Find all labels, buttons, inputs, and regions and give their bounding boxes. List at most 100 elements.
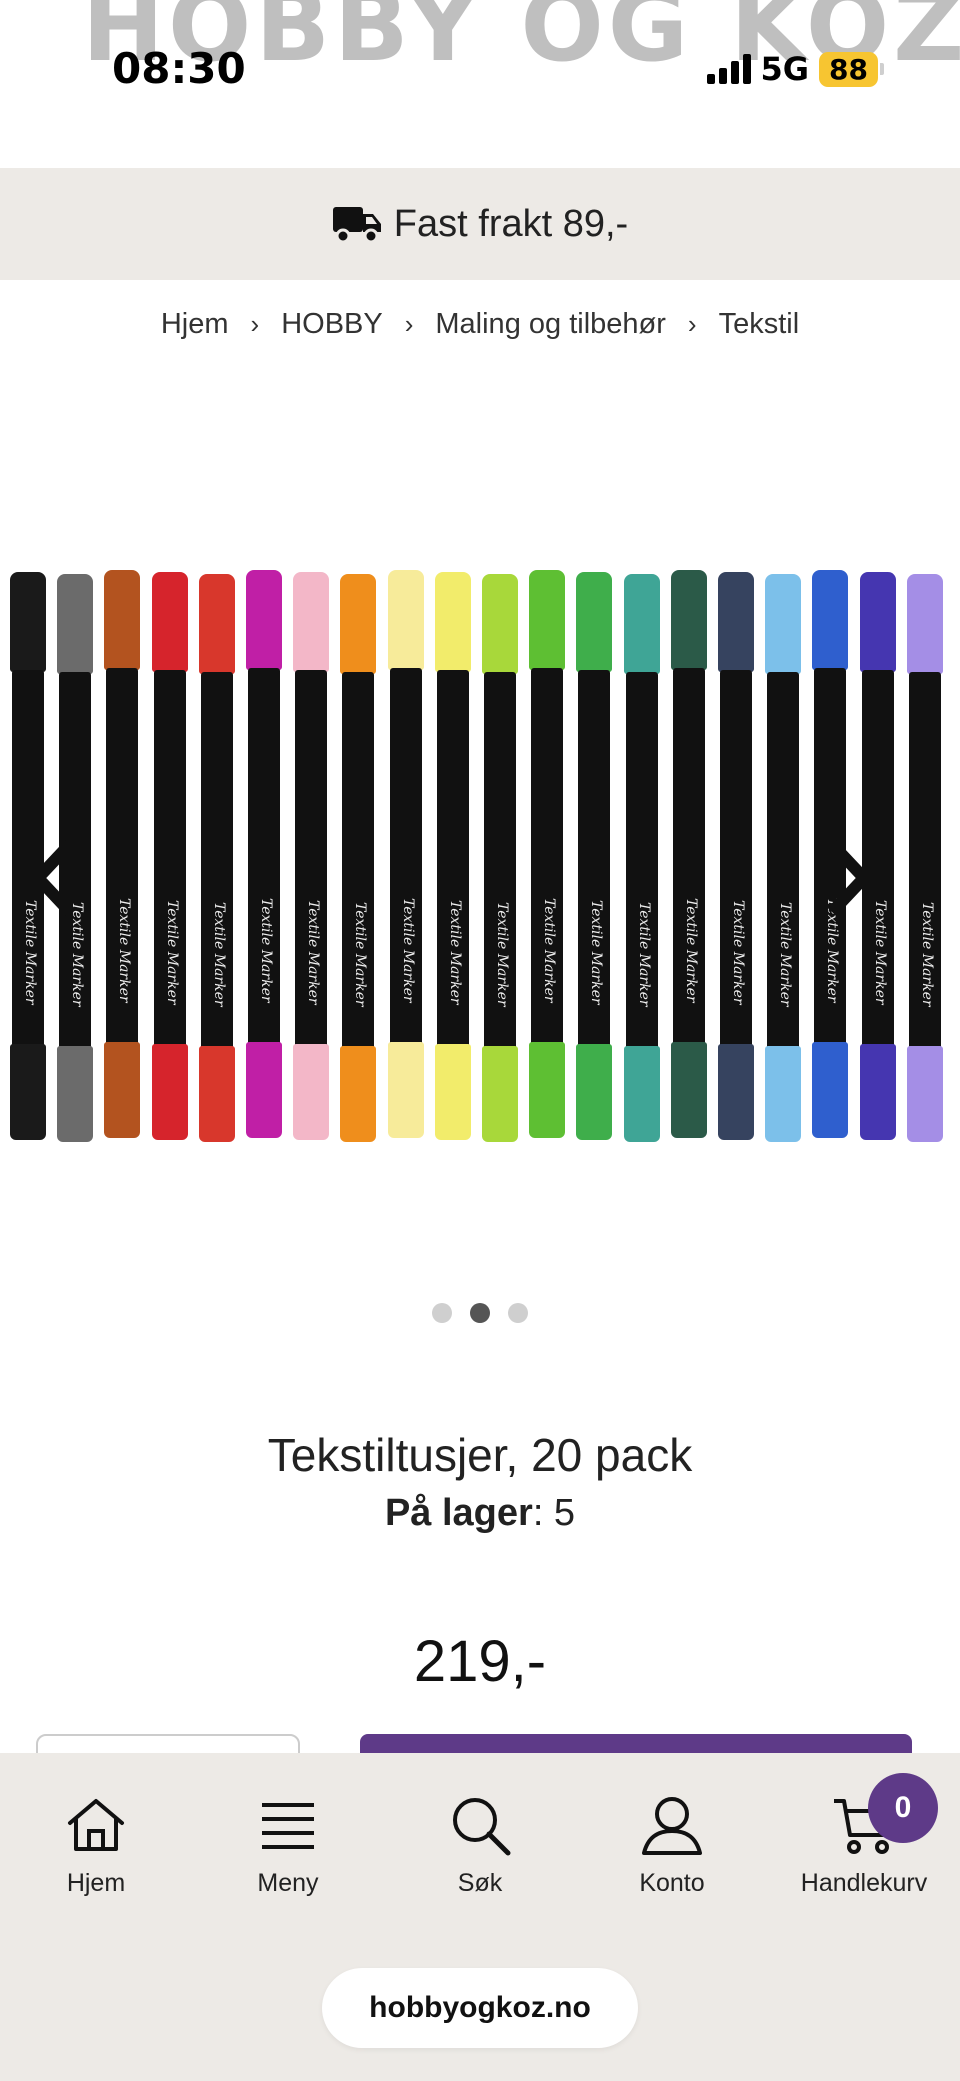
marker-pen: Textile Marker	[527, 570, 567, 1140]
marker-barrel: Textile Marker	[767, 672, 799, 1052]
home-icon	[68, 1799, 124, 1851]
marker-cap	[624, 574, 660, 674]
nav-home[interactable]: Hjem	[0, 1793, 192, 1898]
chevron-left-icon	[29, 839, 75, 917]
nav-account[interactable]: Konto	[576, 1793, 768, 1898]
marker-pen: Textile Marker	[386, 570, 426, 1140]
marker-label: Textile Marker	[116, 898, 132, 1003]
marker-cap	[10, 572, 46, 672]
marker-cap	[860, 572, 896, 672]
marker-barrel: Textile Marker	[342, 672, 374, 1052]
gallery-dot[interactable]	[508, 1303, 528, 1323]
breadcrumb-paint[interactable]: Maling og tilbehør	[435, 308, 666, 341]
nav-search[interactable]: Søk	[384, 1793, 576, 1898]
nav-cart[interactable]: Handlekurv 0	[768, 1773, 960, 1898]
marker-cap	[671, 570, 707, 670]
marker-cap	[293, 1044, 329, 1140]
marker-barrel: Textile Marker	[390, 668, 422, 1048]
marker-cap	[340, 574, 376, 674]
menu-icon	[262, 1803, 314, 1849]
marker-cap	[199, 1046, 235, 1142]
marker-cap	[907, 1046, 943, 1142]
marker-cap	[104, 570, 140, 670]
nav-search-label: Søk	[457, 1869, 503, 1897]
nav-menu-label: Meny	[257, 1869, 319, 1897]
marker-label: Textile Marker	[919, 902, 935, 1007]
gallery-dot-active[interactable]	[470, 1303, 490, 1323]
marker-cap	[340, 1046, 376, 1142]
marker-label: Textile Marker	[541, 898, 557, 1003]
gallery-next-button[interactable]	[818, 838, 878, 918]
nav-menu[interactable]: Meny	[192, 1793, 384, 1898]
marker-cap	[57, 1046, 93, 1142]
nav-home-label: Hjem	[66, 1869, 126, 1897]
marker-label: Textile Marker	[305, 900, 321, 1005]
marker-cap	[435, 1044, 471, 1140]
marker-cap	[860, 1044, 896, 1140]
marker-label: Textile Marker	[211, 902, 227, 1007]
product-image-gallery[interactable]: Textile Marker Textile Marker Textile Mark…	[0, 540, 960, 1160]
network-type: 5G	[760, 50, 810, 88]
search-icon	[453, 1798, 511, 1856]
marker-cap	[718, 572, 754, 672]
marker-barrel: Textile Marker	[295, 670, 327, 1050]
chevron-right-icon: ›	[250, 309, 260, 339]
marker-pen: Textile Marker	[716, 572, 756, 1142]
marker-label: Textile Marker	[258, 898, 274, 1003]
marker-cap	[435, 572, 471, 672]
marker-cap	[293, 572, 329, 672]
status-bar: HOBBY OG KOZ 08:30 5G 88	[0, 0, 960, 168]
marker-cap	[10, 1044, 46, 1140]
breadcrumb-hobby[interactable]: HOBBY	[281, 308, 383, 341]
marker-cap	[482, 1046, 518, 1142]
marker-barrel: Textile Marker	[720, 670, 752, 1050]
user-icon	[642, 1797, 702, 1855]
breadcrumb: Hjem › HOBBY › Maling og tilbehør › Teks…	[0, 308, 960, 341]
breadcrumb-textile[interactable]: Tekstil	[719, 308, 800, 341]
marker-barrel: Textile Marker	[154, 670, 186, 1050]
status-indicators: 5G 88	[706, 50, 884, 88]
nav-account-label: Konto	[639, 1869, 705, 1897]
gallery-pagination	[0, 1303, 960, 1323]
nav-cart-label: Handlekurv	[800, 1869, 928, 1897]
marker-cap	[812, 1042, 848, 1138]
marker-pen: Textile Marker	[622, 574, 662, 1144]
marker-label: Textile Marker	[164, 900, 180, 1005]
marker-label: Textile Marker	[447, 900, 463, 1005]
marker-cap	[57, 574, 93, 674]
browser-url-bar[interactable]: hobbyogkoz.no	[322, 1968, 638, 2048]
truck-icon	[332, 207, 381, 244]
chevron-right-icon	[827, 839, 873, 917]
marker-label: Textile Marker	[730, 900, 746, 1005]
marker-cap	[576, 1044, 612, 1140]
cart-count-badge: 0	[868, 1773, 938, 1843]
marker-cap	[482, 574, 518, 674]
marker-pen: Textile Marker	[102, 570, 142, 1140]
gallery-dot[interactable]	[432, 1303, 452, 1323]
chevron-right-icon: ›	[687, 309, 697, 339]
marker-barrel: Textile Marker	[484, 672, 516, 1052]
marker-pen: Textile Marker	[763, 574, 803, 1144]
marker-label: Textile Marker	[636, 902, 652, 1007]
marker-label: Textile Marker	[400, 898, 416, 1003]
marker-pen: Textile Marker	[338, 574, 378, 1144]
marker-pen: Textile Marker	[433, 572, 473, 1142]
marker-barrel: Textile Marker	[106, 668, 138, 1048]
breadcrumb-home[interactable]: Hjem	[161, 308, 229, 341]
marker-barrel: Textile Marker	[201, 672, 233, 1052]
marker-barrel: Textile Marker	[437, 670, 469, 1050]
marker-barrel: Textile Marker	[909, 672, 941, 1052]
battery-icon: 88	[819, 51, 884, 87]
marker-barrel: Textile Marker	[626, 672, 658, 1052]
marker-cap	[718, 1044, 754, 1140]
marker-barrel: Textile Marker	[673, 668, 705, 1048]
marker-cap	[152, 572, 188, 672]
gallery-prev-button[interactable]	[24, 838, 84, 918]
marker-cap	[812, 570, 848, 670]
marker-cap	[907, 574, 943, 674]
product-title: Tekstiltusjer, 20 pack	[267, 1429, 693, 1481]
marker-cap	[765, 574, 801, 674]
shipping-text: Fast frakt 89,-	[393, 202, 629, 245]
marker-pen: Textile Marker	[150, 572, 190, 1142]
stock-status: På lager: 5	[0, 1492, 960, 1535]
